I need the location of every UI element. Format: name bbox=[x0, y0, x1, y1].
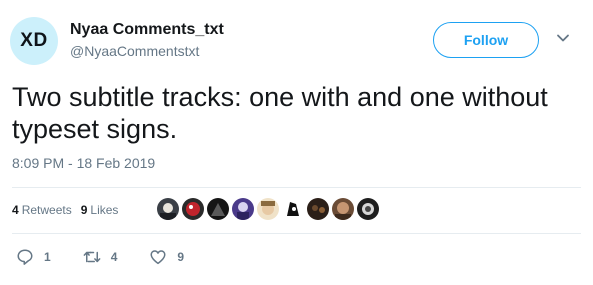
divider bbox=[12, 233, 581, 234]
display-name[interactable]: Nyaa Comments_txt bbox=[70, 21, 224, 39]
liker-avatar[interactable] bbox=[205, 196, 231, 222]
liker-avatars bbox=[155, 196, 381, 222]
liker-avatar[interactable] bbox=[305, 196, 331, 222]
avatar[interactable]: XD bbox=[10, 17, 58, 65]
retweets-stat[interactable]: 4 Retweets bbox=[12, 203, 72, 217]
liker-avatar[interactable] bbox=[180, 196, 206, 222]
user-handle[interactable]: @NyaaCommentstxt bbox=[70, 43, 199, 59]
like-count: 9 bbox=[177, 250, 185, 264]
liker-avatar[interactable] bbox=[230, 196, 256, 222]
likes-count: 9 bbox=[80, 203, 88, 217]
liker-avatar[interactable] bbox=[280, 196, 306, 222]
likes-label: Likes bbox=[90, 203, 119, 217]
liker-avatar[interactable] bbox=[355, 196, 381, 222]
tweet-actions: 1 4 9 bbox=[16, 248, 216, 266]
tweet-text: Two subtitle tracks: one with and one wi… bbox=[12, 82, 548, 144]
reply-icon bbox=[17, 249, 33, 265]
retweets-label: Retweets bbox=[21, 203, 72, 217]
divider bbox=[12, 187, 581, 188]
retweet-button[interactable]: 4 bbox=[83, 248, 118, 266]
chevron-down-icon[interactable] bbox=[555, 30, 571, 46]
retweets-count: 4 bbox=[12, 203, 19, 217]
tweet-timestamp[interactable]: 8:09 PM - 18 Feb 2019 bbox=[12, 155, 155, 171]
liker-avatar[interactable] bbox=[155, 196, 181, 222]
likes-stat[interactable]: 9 Likes bbox=[81, 203, 119, 217]
liker-avatar[interactable] bbox=[330, 196, 356, 222]
retweet-count: 4 bbox=[110, 250, 118, 264]
tweet-stats: 4 Retweets 9 Likes bbox=[12, 203, 118, 217]
follow-button[interactable]: Follow bbox=[433, 22, 539, 58]
reply-count: 1 bbox=[44, 250, 51, 264]
reply-button[interactable]: 1 bbox=[16, 248, 51, 266]
liker-avatar[interactable] bbox=[255, 196, 281, 222]
retweet-icon bbox=[83, 251, 101, 263]
heart-icon bbox=[150, 250, 166, 265]
like-button[interactable]: 9 bbox=[149, 248, 184, 266]
